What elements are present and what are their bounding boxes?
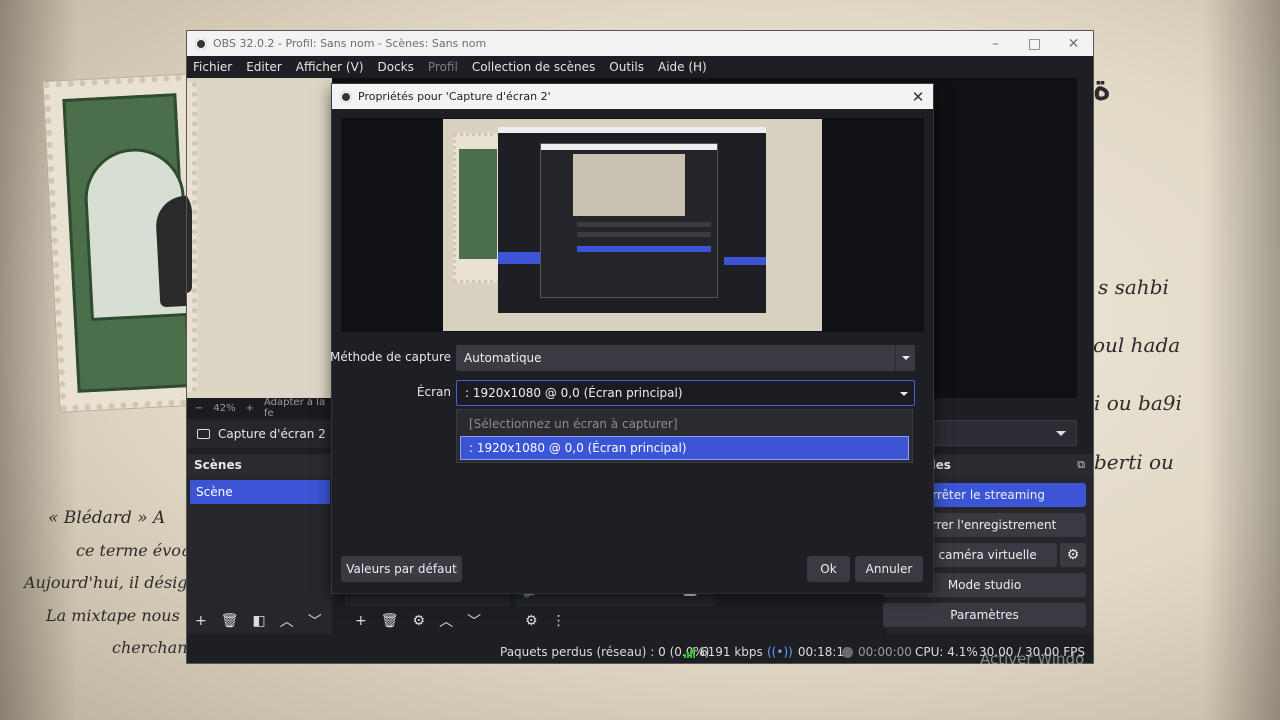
handwriting-line: « Blédard » A <box>48 508 166 528</box>
scenes-toolbar: + 🗑 ◧ ︿ ﹀ <box>187 608 332 634</box>
vcam-settings-gear-icon[interactable]: ⚙ <box>1060 543 1086 567</box>
scenes-dock: Scènes Scène <box>187 454 332 634</box>
cpu-usage: CPU: 4.1% <box>915 645 978 659</box>
obs-titlebar: OBS 32.0.2 - Profil: Sans nom - Scènes: … <box>187 31 1093 56</box>
remove-scene-icon[interactable]: 🗑 <box>221 613 239 629</box>
activate-windows-watermark: Activer Windo <box>980 650 1085 668</box>
dialog-close-icon[interactable]: ✕ <box>903 88 933 106</box>
menu-profil[interactable]: Profil <box>428 60 458 74</box>
zoom-bar: − 42% + Adapter à la fe <box>187 397 332 419</box>
move-up-icon[interactable]: ︿ <box>280 611 294 631</box>
capture-method-select[interactable]: Automatique <box>456 345 915 371</box>
rec-time-status: 00:00:00 <box>842 645 912 659</box>
scene-item[interactable]: Scène <box>190 480 330 504</box>
settings-button[interactable]: Paramètres <box>883 603 1086 627</box>
minimize-icon[interactable]: – <box>976 36 1015 52</box>
transition-combo[interactable] <box>932 420 1077 446</box>
add-scene-icon[interactable]: + <box>195 613 207 629</box>
signal-icon <box>684 646 695 658</box>
screen-select[interactable]: : 1920x1080 @ 0,0 (Écran principal) <box>456 380 915 406</box>
screen-dropdown-list: [Sélectionnez un écran à capturer] : 192… <box>456 409 913 463</box>
capture-method-label: Méthode de capture <box>330 350 451 364</box>
record-icon <box>842 646 853 658</box>
obs-logo-icon <box>340 90 352 103</box>
filter-icon[interactable]: ◧ <box>253 613 266 629</box>
mixer-toolbar: ⚙ ⋮ <box>517 608 617 634</box>
dialog-title: Propriétés pour 'Capture d'écran 2' <box>358 90 551 103</box>
advanced-audio-icon[interactable]: ⚙ <box>525 613 538 629</box>
chevron-down-icon <box>894 381 914 407</box>
handwriting-line: oul hada <box>1093 333 1181 357</box>
menu-editer[interactable]: Editer <box>246 60 282 74</box>
window-controls: – □ ✕ <box>976 36 1093 52</box>
screen-option-primary[interactable]: : 1920x1080 @ 0,0 (Écran principal) <box>460 436 909 460</box>
window-title: OBS 32.0.2 - Profil: Sans nom - Scènes: … <box>213 37 487 50</box>
handwriting-line: s sahbi <box>1098 275 1169 299</box>
handwriting-line: Aujourd'hui, il désig <box>24 573 188 592</box>
remove-source-icon[interactable]: 🗑 <box>381 613 399 629</box>
screen-label: Écran <box>416 385 451 399</box>
maximize-icon[interactable]: □ <box>1015 36 1054 52</box>
menu-docks[interactable]: Docks <box>378 60 414 74</box>
capture-method-value: Automatique <box>464 351 542 365</box>
preview-capture-image <box>187 78 332 398</box>
preview-thumbnail <box>443 119 822 331</box>
defaults-button[interactable]: Valeurs par défaut <box>341 556 462 582</box>
handwriting-line: i ou ba9i <box>1094 391 1182 415</box>
screen-value: : 1920x1080 @ 0,0 (Écran principal) <box>465 386 683 400</box>
more-icon[interactable]: ⋮ <box>552 613 566 629</box>
move-down-icon[interactable]: ﹀ <box>467 611 481 631</box>
menu-aide[interactable]: Aide (H) <box>658 60 707 74</box>
rec-time: 00:00:00 <box>858 645 912 659</box>
handwriting-glyph: ة <box>1093 68 1111 108</box>
dropped-frames: Paquets perdus (réseau) : 0 (0.0%) <box>500 645 710 659</box>
source-preview <box>341 118 924 332</box>
obs-logo-icon <box>195 37 207 50</box>
close-icon[interactable]: ✕ <box>1054 36 1093 52</box>
menu-outils[interactable]: Outils <box>609 60 644 74</box>
sources-toolbar: + 🗑 ⚙ ︿ ﹀ <box>347 608 507 634</box>
screen-option-placeholder[interactable]: [Sélectionnez un écran à capturer] <box>457 412 912 436</box>
bitrate-status: 6191 kbps <box>684 645 763 659</box>
dialog-titlebar: Propriétés pour 'Capture d'écran 2' ✕ <box>332 84 933 109</box>
broadcast-icon: ((•)) <box>767 645 793 659</box>
gear-icon[interactable]: ⚙ <box>413 613 426 629</box>
properties-dialog: Propriétés pour 'Capture d'écran 2' ✕ Mé… <box>330 84 933 593</box>
undock-icon[interactable]: ⧉ <box>1077 458 1085 472</box>
bitrate-value: 6191 kbps <box>700 645 763 659</box>
monitor-icon <box>197 429 210 439</box>
chevron-down-icon <box>895 345 915 371</box>
zoom-level: 42% <box>213 402 236 414</box>
zoom-out-button[interactable]: − <box>195 403 203 414</box>
selected-source-bar[interactable]: Capture d'écran 2 <box>187 420 332 448</box>
ok-button[interactable]: Ok <box>807 556 850 582</box>
stream-time-status: ((•)) 00:18:12 <box>767 645 852 659</box>
move-down-icon[interactable]: ﹀ <box>308 611 322 631</box>
menu-bar: Fichier Editer Afficher (V) Docks Profil… <box>187 56 1093 78</box>
menu-collection[interactable]: Collection de scènes <box>472 60 595 74</box>
cancel-button[interactable]: Annuler <box>855 556 923 582</box>
move-up-icon[interactable]: ︿ <box>439 611 453 631</box>
stamp-illustration <box>43 74 221 412</box>
add-source-icon[interactable]: + <box>355 613 367 629</box>
menu-afficher[interactable]: Afficher (V) <box>296 60 364 74</box>
zoom-in-button[interactable]: + <box>246 403 254 414</box>
handwriting-line: La mixtape nous <box>46 606 180 625</box>
status-bar: Paquets perdus (réseau) : 0 (0.0%) 6191 … <box>187 641 1093 663</box>
scenes-title: Scènes <box>187 454 332 476</box>
handwriting-line: cherchant <box>112 638 194 657</box>
fit-button[interactable]: Adapter à la fe <box>264 397 332 419</box>
handwriting-line: berti ou <box>1094 450 1174 474</box>
menu-fichier[interactable]: Fichier <box>193 60 232 74</box>
selected-source-name: Capture d'écran 2 <box>218 427 326 441</box>
